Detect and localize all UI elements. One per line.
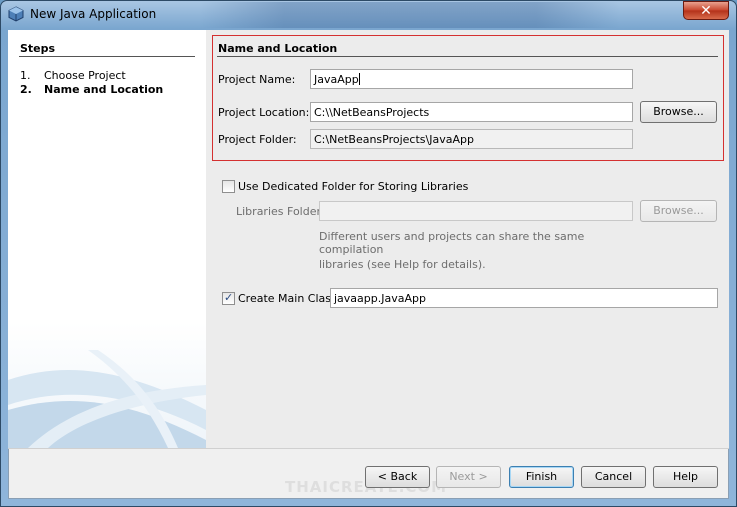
create-main-class-checkbox[interactable]: ✓	[222, 291, 235, 305]
project-folder-value: C:\NetBeansProjects\JavaApp	[314, 133, 474, 146]
use-dedicated-folder-label[interactable]: Use Dedicated Folder for Storing Librari…	[238, 180, 468, 193]
project-location-value: C:\\NetBeansProjects	[314, 106, 430, 119]
step-number: 2.	[20, 83, 32, 96]
create-main-class-label[interactable]: Create Main Class	[238, 292, 337, 305]
project-name-value: JavaApp	[314, 73, 359, 86]
project-location-label: Project Location:	[218, 106, 310, 119]
project-name-label: Project Name:	[218, 73, 296, 86]
step-item-name-and-location: 2. Name and Location	[20, 83, 163, 96]
finish-button[interactable]: Finish	[509, 466, 574, 488]
libraries-folder-input	[319, 201, 633, 221]
use-dedicated-folder-checkbox[interactable]	[222, 180, 235, 193]
netbeans-cube-icon	[8, 6, 24, 22]
close-icon: ✕	[700, 3, 712, 19]
browse-location-button[interactable]: Browse...	[640, 101, 717, 123]
text-caret	[358, 73, 360, 85]
step-label: Choose Project	[44, 69, 126, 82]
cancel-button[interactable]: Cancel	[581, 466, 646, 488]
libraries-help-line-1: Different users and projects can share t…	[319, 230, 585, 256]
project-name-input[interactable]: JavaApp	[310, 69, 633, 89]
step-item-choose-project: 1. Choose Project	[20, 69, 126, 82]
steps-title: Steps	[20, 42, 56, 55]
button-bar-divider	[8, 448, 729, 449]
libraries-help-line-2: libraries (see Help for details).	[319, 258, 486, 271]
project-folder-label: Project Folder:	[218, 133, 297, 146]
project-location-input[interactable]: C:\\NetBeansProjects	[310, 102, 633, 122]
back-button[interactable]: < Back	[365, 466, 430, 488]
libraries-help-text: Different users and projects can share t…	[319, 230, 649, 271]
decorative-swoosh-graphic	[8, 350, 206, 448]
titlebar-background	[200, 2, 620, 28]
main-class-input[interactable]: javaapp.JavaApp	[330, 288, 718, 308]
project-folder-field: C:\NetBeansProjects\JavaApp	[310, 129, 633, 149]
browse-libraries-button: Browse...	[640, 200, 717, 222]
section-title: Name and Location	[218, 42, 338, 55]
close-button[interactable]: ✕	[683, 1, 729, 20]
window-title: New Java Application	[30, 7, 157, 21]
step-number: 1.	[20, 69, 31, 82]
section-divider	[217, 56, 718, 57]
steps-divider	[19, 56, 195, 57]
next-button: Next >	[436, 466, 501, 488]
help-button[interactable]: Help	[653, 466, 718, 488]
main-class-value: javaapp.JavaApp	[334, 292, 426, 305]
libraries-folder-label: Libraries Folder:	[236, 205, 325, 218]
checkmark-icon: ✓	[224, 291, 234, 304]
step-label: Name and Location	[44, 83, 164, 96]
